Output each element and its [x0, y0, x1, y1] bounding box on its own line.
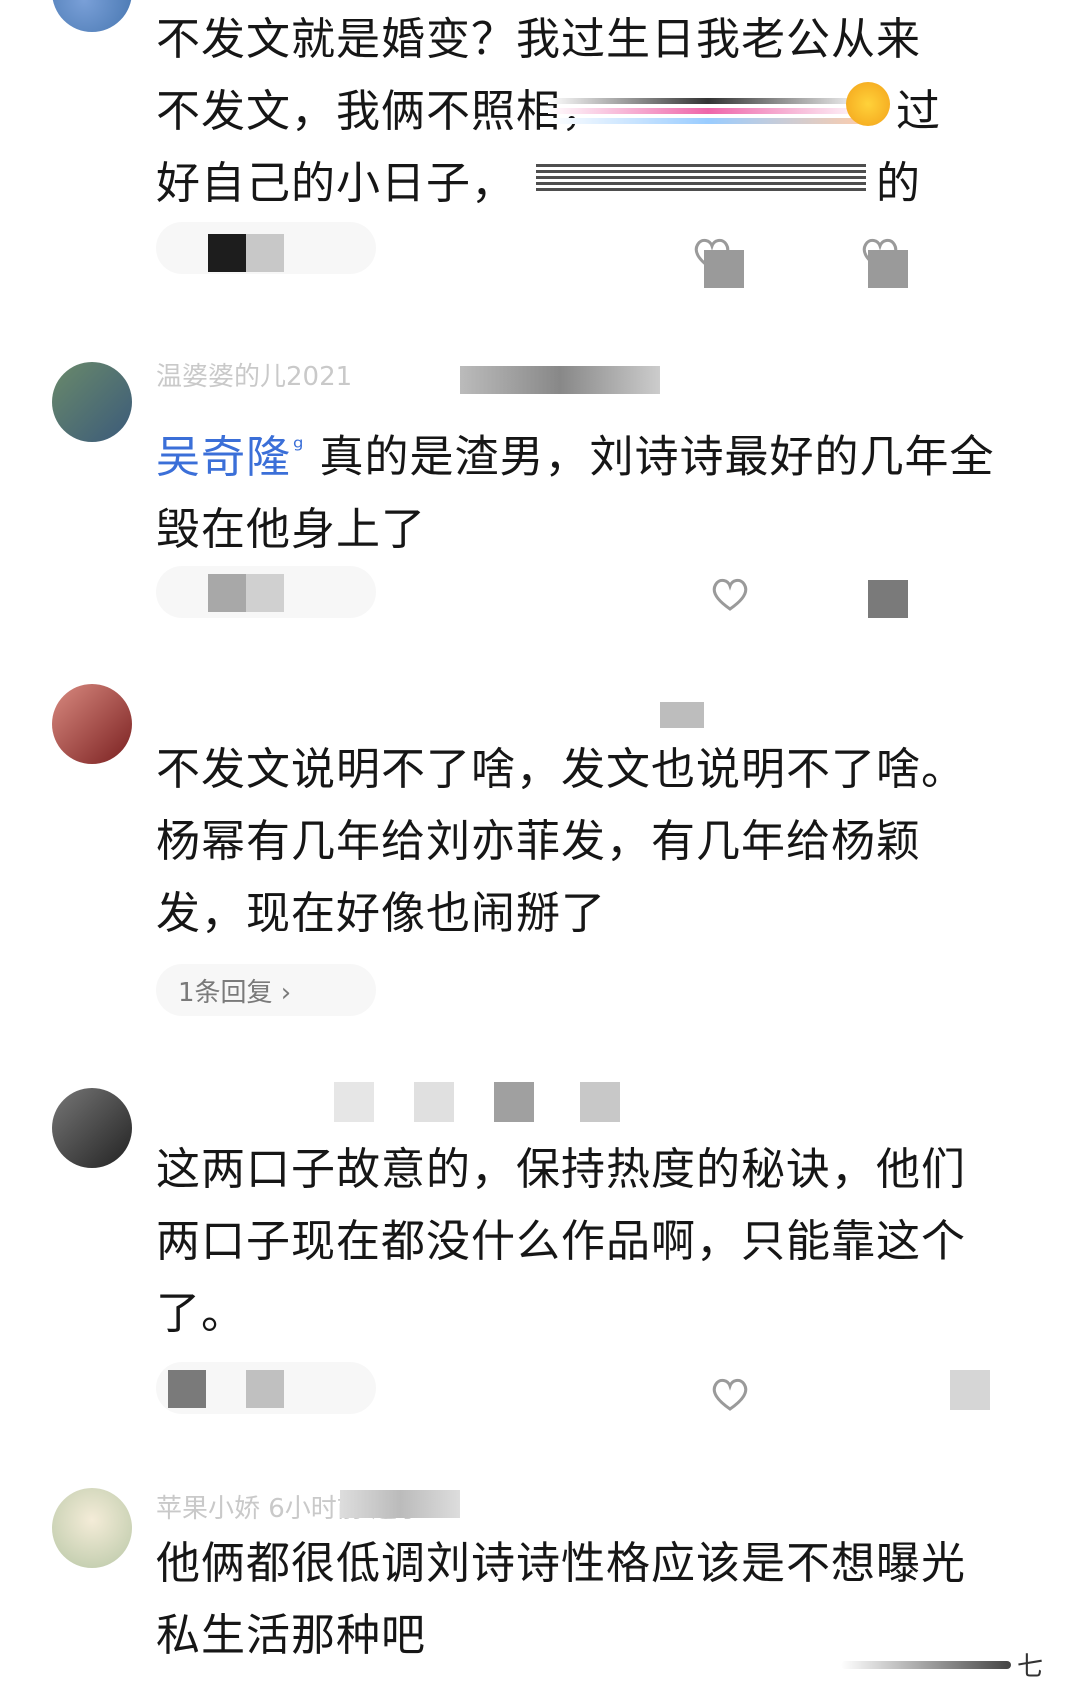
watermark: 七 — [840, 1646, 1043, 1683]
redacted-region — [340, 1490, 460, 1518]
mention-icon: ᵍ — [293, 433, 305, 463]
comment-1: 不发文就是婚变？我过生日我老公从来 不发文，我俩不照相， 过 好自己的小日子， … — [0, 0, 1071, 300]
redacted-region — [580, 1082, 620, 1122]
heart-icon[interactable] — [706, 1370, 754, 1418]
redacted-region — [414, 1082, 454, 1122]
redacted-region — [868, 250, 908, 288]
comment-4: 这两口子故意的，保持热度的秘诀，他们两口子现在都没什么作品啊，只能靠这个了。 — [0, 1080, 1071, 1450]
comment-2: 温婆婆的儿2021 吴奇隆ᵍ 真的是渣男，刘诗诗最好的几年全毁在他身上了 — [0, 350, 1071, 640]
redacted-region — [494, 1082, 534, 1122]
reply-pill[interactable] — [156, 1362, 376, 1414]
avatar[interactable] — [52, 0, 132, 32]
redacted-region — [704, 250, 744, 288]
redacted-region — [334, 1082, 374, 1122]
comment-text: 不发文说明不了啥，发文也说明不了啥。杨幂有几年给刘亦菲发，有几年给杨颖发，现在好… — [156, 744, 966, 939]
comment-3: 不发文说明不了啥，发文也说明不了啥。杨幂有几年给刘亦菲发，有几年给杨颖发，现在好… — [0, 680, 1071, 1050]
avatar[interactable] — [52, 1488, 132, 1568]
comment-text: 吴奇隆ᵍ 真的是渣男，刘诗诗最好的几年全毁在他身上了 — [156, 431, 995, 555]
avatar[interactable] — [52, 684, 132, 764]
avatar[interactable] — [52, 1088, 132, 1168]
comment-meta: 温婆婆的儿2021 — [156, 362, 353, 392]
redacted-region — [460, 366, 660, 394]
reply-pill[interactable]: 1条回复 › — [156, 964, 376, 1016]
redacted-region — [950, 1370, 990, 1410]
watermark-blur — [840, 1660, 1011, 1669]
redacted-region — [536, 164, 866, 194]
reply-pill[interactable] — [156, 222, 376, 274]
avatar[interactable] — [52, 362, 132, 442]
redacted-region — [868, 580, 908, 618]
emoji-icon — [846, 82, 890, 126]
reply-pill[interactable] — [156, 566, 376, 618]
comment-text: 不发文就是婚变？我过生日我老公从来 不发文，我俩不照相， 过 好自己的小日子， … — [156, 14, 941, 209]
mention-link[interactable]: 吴奇隆ᵍ — [156, 432, 305, 483]
redacted-region — [548, 92, 868, 132]
redacted-region — [660, 702, 704, 728]
heart-icon[interactable] — [706, 570, 754, 618]
comment-text: 这两口子故意的，保持热度的秘诀，他们两口子现在都没什么作品啊，只能靠这个了。 — [156, 1144, 966, 1339]
